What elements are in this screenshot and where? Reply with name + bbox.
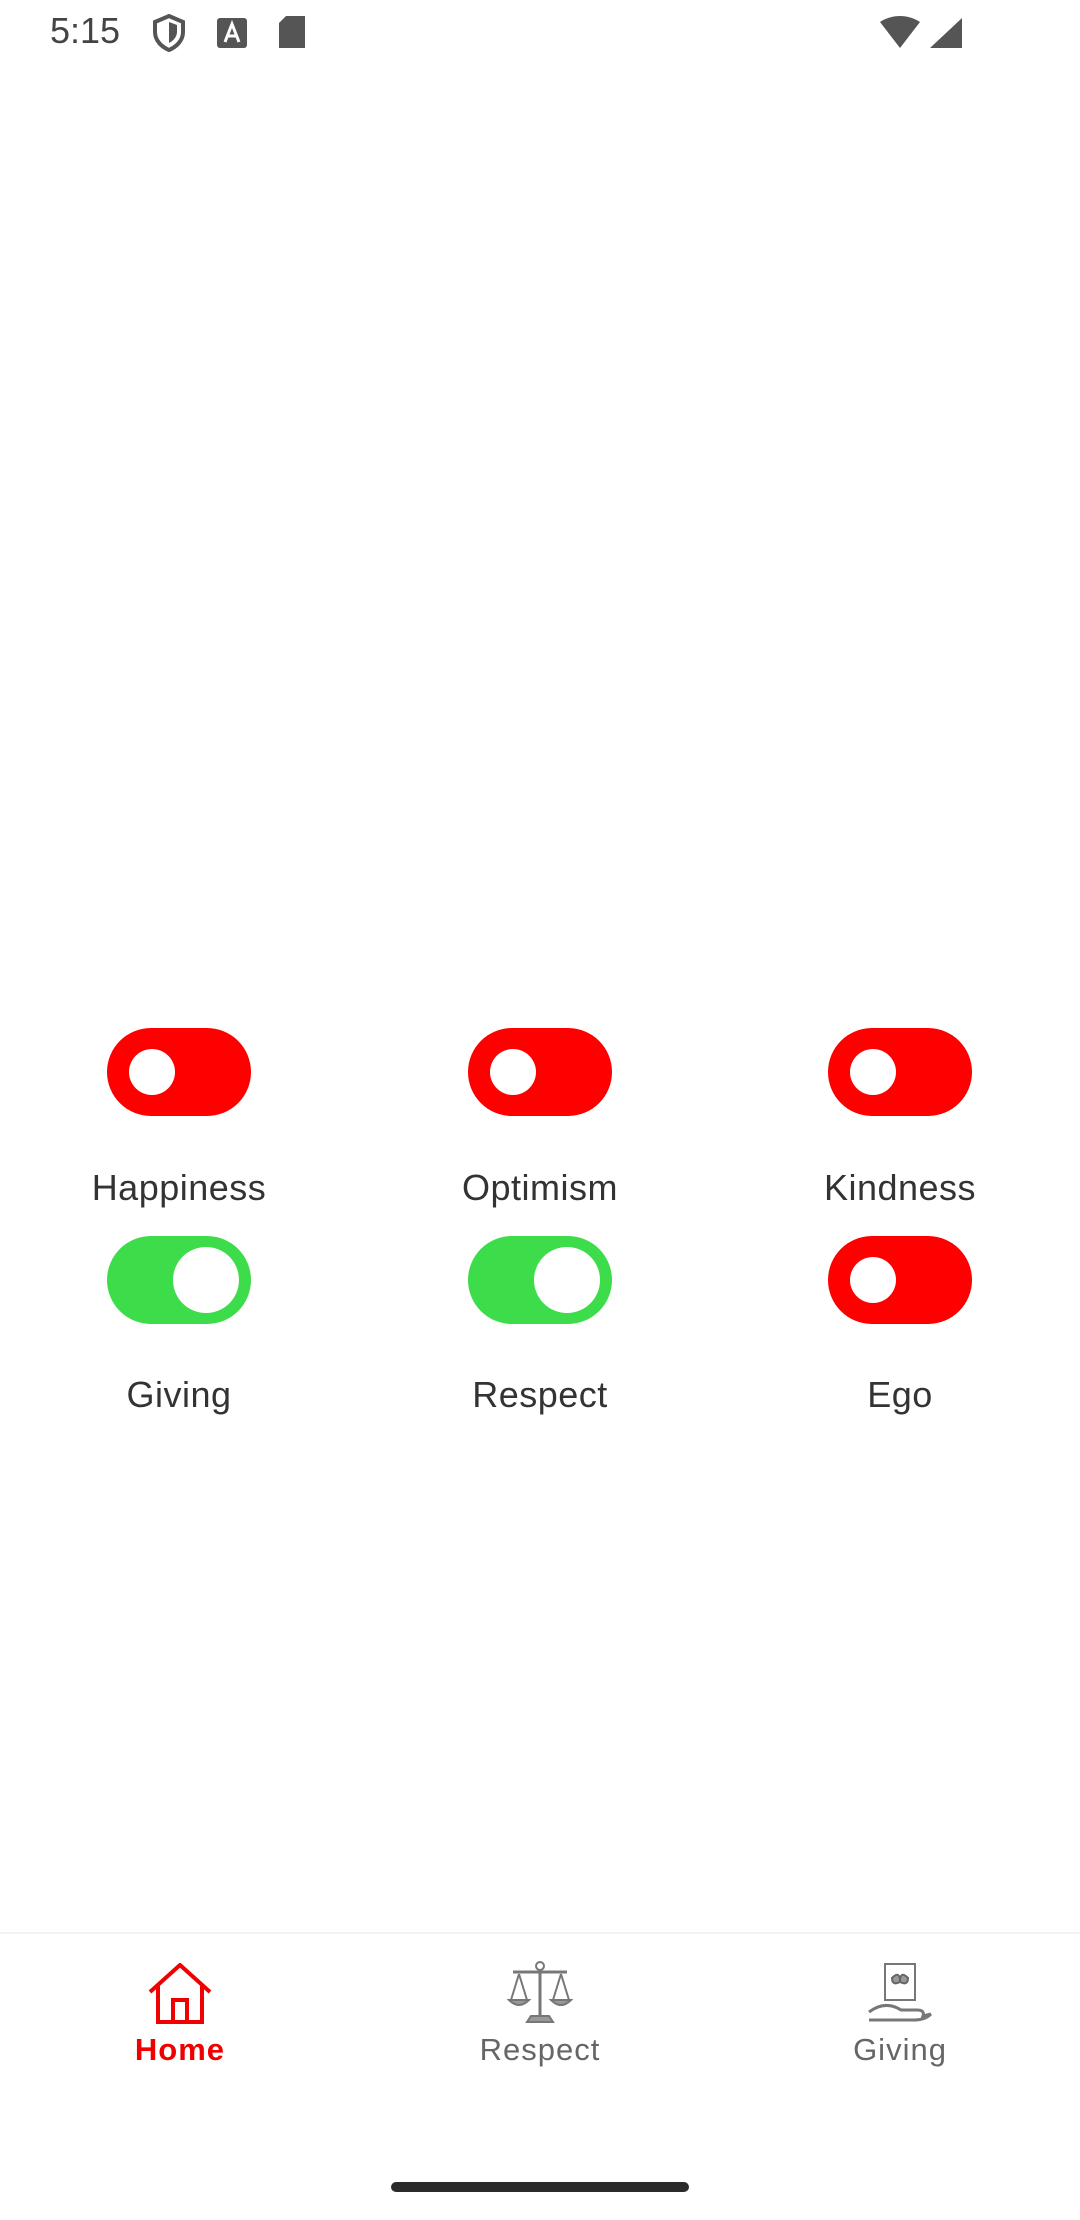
- label-ego: Ego: [867, 1374, 933, 1415]
- toggle-giving[interactable]: [107, 1236, 251, 1324]
- label-kindness: Kindness: [823, 1167, 977, 1208]
- nav-item-respect[interactable]: Respect: [360, 1934, 720, 2114]
- wifi-icon: [878, 16, 922, 55]
- toggle-kindness[interactable]: [828, 1028, 972, 1116]
- label-respect: Respect: [472, 1374, 608, 1415]
- toggle-optimism[interactable]: [468, 1028, 612, 1116]
- label-happiness: Happiness: [91, 1167, 267, 1208]
- screen: 5:15 Happiness Optimism Kindness Giving …: [0, 0, 1080, 2220]
- font-icon: [216, 17, 248, 54]
- toggle-respect[interactable]: [468, 1236, 612, 1324]
- scales-icon: [505, 1960, 575, 2026]
- toggle-knob: [490, 1049, 536, 1095]
- toggle-knob: [534, 1247, 600, 1313]
- home-icon: [145, 1960, 215, 2026]
- home-indicator[interactable]: [391, 2182, 689, 2192]
- nav-label-home: Home: [134, 2032, 226, 2067]
- status-bar: 5:15: [0, 0, 1080, 66]
- toggle-knob: [129, 1049, 175, 1095]
- toggle-happiness[interactable]: [107, 1028, 251, 1116]
- nav-label-respect: Respect: [479, 2032, 601, 2067]
- bottom-navigation: Home Respect Giving: [0, 1932, 1080, 2220]
- toggle-knob: [173, 1247, 239, 1313]
- toggle-ego[interactable]: [828, 1236, 972, 1324]
- status-time: 5:15: [50, 10, 121, 51]
- toggle-knob: [850, 1257, 896, 1303]
- toggle-knob: [850, 1049, 896, 1095]
- shield-icon: [152, 13, 186, 57]
- label-giving: Giving: [126, 1374, 232, 1415]
- nav-item-giving[interactable]: Giving: [720, 1934, 1080, 2114]
- label-optimism: Optimism: [462, 1167, 618, 1208]
- sd-card-icon: [276, 14, 308, 55]
- nav-item-home[interactable]: Home: [0, 1934, 360, 2114]
- gift-hand-icon: [865, 1960, 935, 2026]
- nav-label-giving: Giving: [853, 2032, 947, 2067]
- signal-icon: [928, 16, 964, 55]
